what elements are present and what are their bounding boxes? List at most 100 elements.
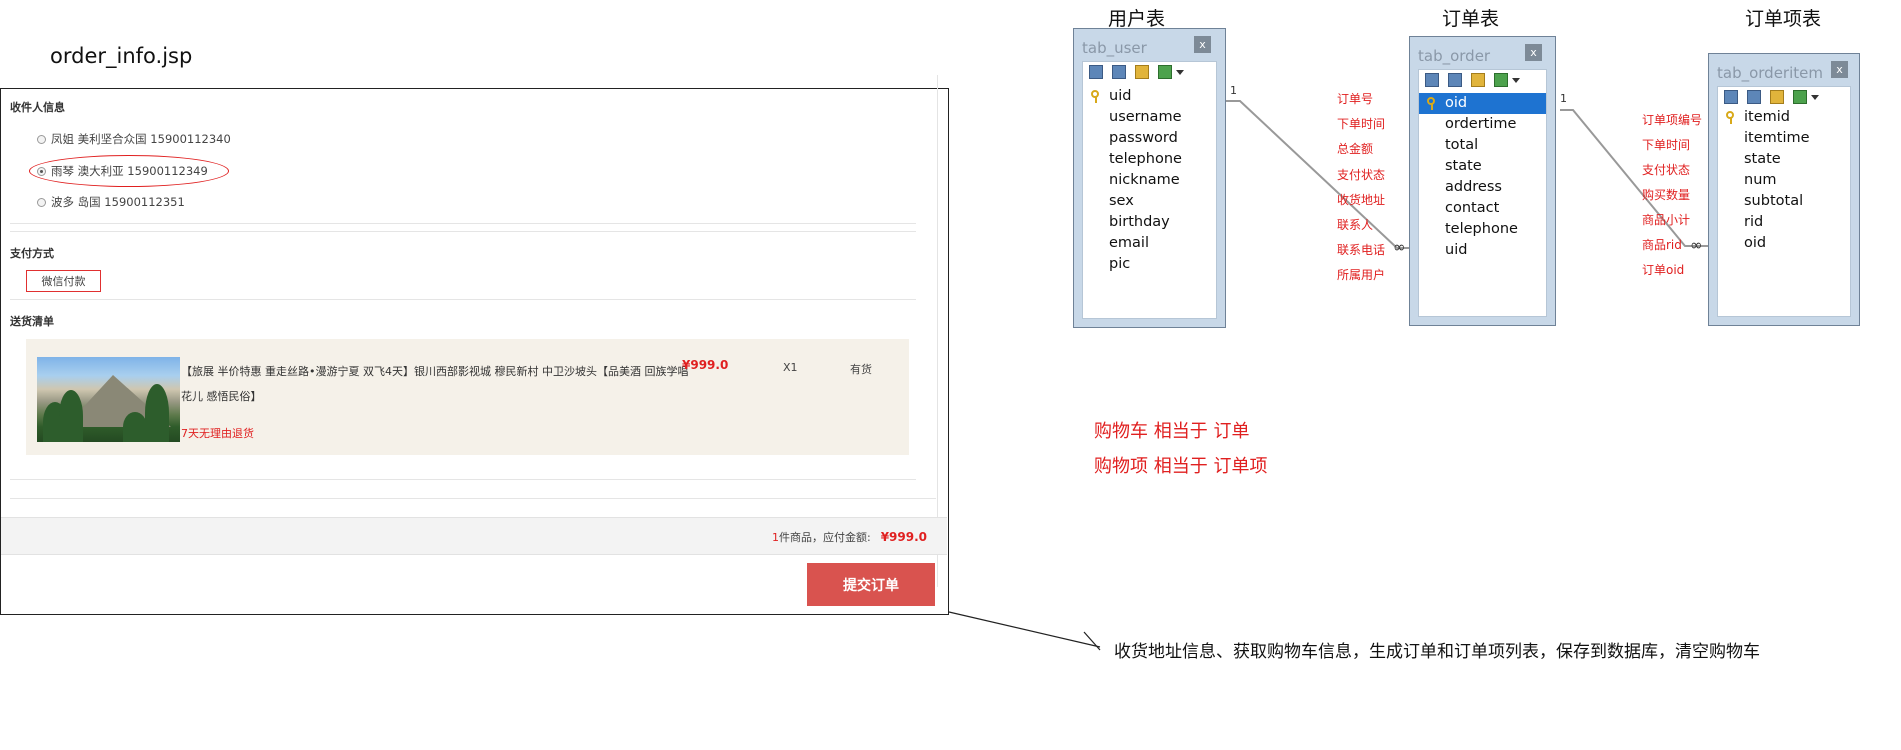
table-caption: 订单项表 [1745,8,1822,30]
cardinality-many-label: ∞ [1690,236,1703,254]
address-option-1[interactable]: 凤姐 美利坚合众国 15900112340 [37,131,231,147]
table-window-tab-order[interactable]: tab_order x oid ordertime total state ad… [1409,36,1556,326]
payment-section-title: 支付方式 [10,247,54,260]
field-row[interactable]: total [1419,135,1546,156]
order-field-note: 支付状态 [1337,168,1386,182]
receiver-section-title: 收件人信息 [10,101,65,114]
stock-status: 有货 [850,363,872,376]
field-row[interactable]: address [1419,177,1546,198]
field-row[interactable]: ordertime [1419,114,1546,135]
close-icon[interactable]: x [1831,61,1848,78]
divider [10,299,916,300]
order-page-frame: 收件人信息 凤姐 美利坚合众国 15900112340 雨琴 澳大利亚 1590… [0,75,949,615]
field-row[interactable]: email [1083,233,1216,254]
field-row[interactable]: nickname [1083,170,1216,191]
window-title: tab_user [1082,39,1147,57]
field-list: uid username password telephone nickname… [1082,61,1217,319]
key-icon [1726,111,1736,124]
key-icon [1091,90,1101,103]
order-item-row: 【旅展 半价特惠 重走丝路•漫游宁夏 双飞4天】银川西部影视城 穆民新村 中卫沙… [26,339,909,455]
payable-amount: ¥999.0 [880,530,927,544]
field-row[interactable]: itemtime [1718,128,1850,149]
table-caption: 订单表 [1442,8,1500,30]
field-row[interactable]: num [1718,170,1850,191]
orderitem-field-note: 商品小计 [1642,213,1691,227]
table-caption: 用户表 [1108,8,1166,30]
divider [10,231,916,232]
orderitem-field-note: 下单时间 [1642,138,1691,152]
order-field-note: 总金额 [1337,142,1374,156]
field-row[interactable]: telephone [1419,219,1546,240]
field-row[interactable]: rid [1718,212,1850,233]
key-icon [1427,97,1437,110]
close-icon[interactable]: x [1194,36,1211,53]
product-image[interactable] [37,357,180,442]
analogy-note: 购物项 相当于 订单项 [1094,456,1268,477]
cardinality-many-label: ∞ [1393,238,1406,256]
chevron-down-icon[interactable] [1176,70,1184,75]
field-row-selected[interactable]: oid [1419,93,1546,114]
order-summary: 1件商品，应付金额: ¥999.0 [772,529,927,545]
order-field-note: 下单时间 [1337,117,1386,131]
address-option-2[interactable]: 雨琴 澳大利亚 15900112349 [37,163,208,179]
divider [10,223,916,224]
divider [937,75,938,587]
table-window-tab-user[interactable]: tab_user x uid username password telepho… [1073,28,1226,328]
order-field-note: 联系电话 [1337,243,1386,257]
orderitem-field-note: 购买数量 [1642,188,1691,202]
order-summary-bar: 1件商品，应付金额: ¥999.0 [1,517,947,555]
address-label: 凤姐 美利坚合众国 15900112340 [51,132,231,146]
radio-icon[interactable] [37,197,46,207]
orderitem-field-note: 商品rid [1642,238,1682,252]
order-field-note: 收货地址 [1337,193,1386,207]
field-row[interactable]: pic [1083,254,1216,275]
field-row[interactable]: telephone [1083,149,1216,170]
field-row[interactable]: username [1083,107,1216,128]
field-row[interactable]: oid [1718,233,1850,254]
submit-order-button[interactable]: 提交订单 [807,563,935,606]
order-field-note: 所属用户 [1337,268,1386,282]
order-field-note: 联系人 [1337,218,1374,232]
orderitem-field-note: 订单项编号 [1642,113,1703,127]
process-description: 收货地址信息、获取购物车信息，生成订单和订单项列表，保存到数据库，清空购物车 [1114,642,1760,662]
field-row[interactable]: itemid [1718,107,1850,128]
chevron-down-icon[interactable] [1512,78,1520,83]
radio-icon[interactable] [37,166,46,176]
payment-method-button[interactable]: 微信付款 [26,270,101,292]
toolbar-icons [1089,65,1184,79]
return-policy: 7天无理由退货 [181,427,254,440]
order-field-note: 订单号 [1337,92,1374,106]
file-title: order_info.jsp [50,44,193,68]
field-row[interactable]: birthday [1083,212,1216,233]
field-row[interactable]: contact [1419,198,1546,219]
field-row[interactable]: state [1718,149,1850,170]
field-list: itemid itemtime state num subtotal rid o… [1717,86,1851,317]
address-label: 雨琴 澳大利亚 15900112349 [51,164,208,178]
radio-icon[interactable] [37,134,46,144]
divider [10,498,936,499]
window-title: tab_order [1418,47,1491,65]
field-row[interactable]: subtotal [1718,191,1850,212]
analogy-note: 购物车 相当于 订单 [1094,421,1250,442]
table-window-tab-orderitem[interactable]: tab_orderitem x itemid itemtime state nu… [1708,53,1860,326]
orderitem-field-note: 支付状态 [1642,163,1691,177]
address-label: 波多 岛国 15900112351 [51,195,185,209]
field-row[interactable]: uid [1419,240,1546,261]
orderitem-field-note: 订单oid [1642,263,1685,277]
field-row[interactable]: password [1083,128,1216,149]
product-price: ¥999.0 [682,358,729,372]
toolbar-icons [1724,90,1819,104]
product-name[interactable]: 【旅展 半价特惠 重走丝路•漫游宁夏 双飞4天】银川西部影视城 穆民新村 中卫沙… [181,359,691,409]
cardinality-one-label: 1 [1560,92,1567,105]
cardinality-one-label: 1 [1230,84,1237,97]
item-count: 1 [771,531,779,544]
chevron-down-icon[interactable] [1811,95,1819,100]
product-quantity: X1 [783,361,798,374]
field-row[interactable]: uid [1083,86,1216,107]
field-row[interactable]: state [1419,156,1546,177]
toolbar-icons [1425,73,1520,87]
field-row[interactable]: sex [1083,191,1216,212]
summary-label: 件商品，应付金额: [778,531,871,544]
close-icon[interactable]: x [1525,44,1542,61]
address-option-3[interactable]: 波多 岛国 15900112351 [37,194,185,210]
